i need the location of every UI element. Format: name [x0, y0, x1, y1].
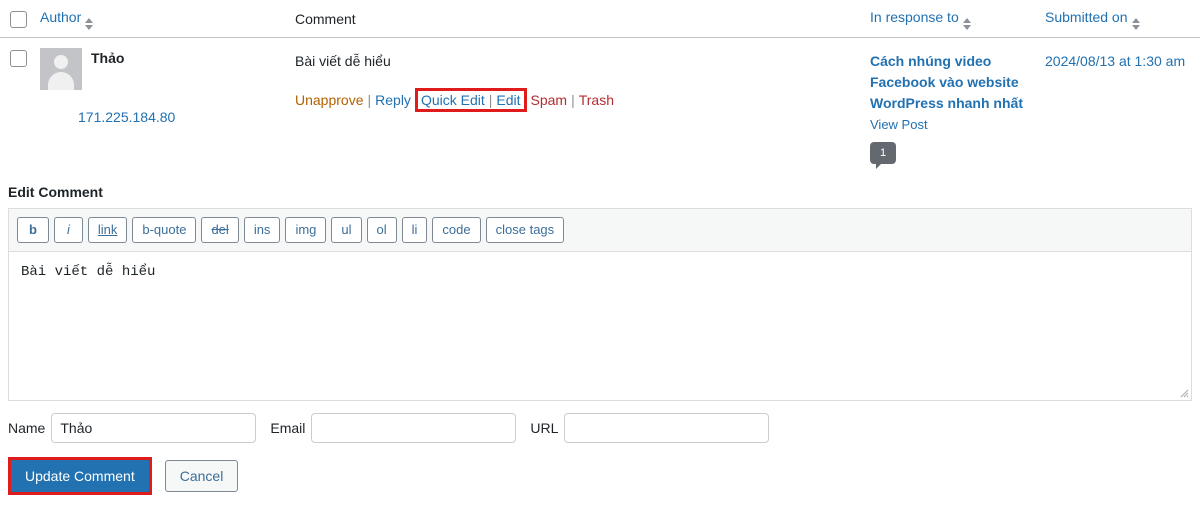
avatar — [40, 48, 82, 90]
author-ip-link[interactable]: 171.225.184.80 — [78, 109, 295, 125]
qt-button-ins[interactable]: ins — [243, 217, 281, 243]
view-post-link[interactable]: View Post — [870, 117, 1045, 132]
comment-body-text: Bài viết dễ hiểu — [295, 53, 391, 69]
select-all-checkbox[interactable] — [10, 11, 27, 28]
sort-indicator-icon[interactable] — [1131, 17, 1140, 30]
submit-row: Update Comment Cancel — [8, 457, 1192, 495]
in-response-to-cell: Cách nhúng video Facebook vào website Wo… — [870, 48, 1045, 169]
update-comment-button[interactable]: Update Comment — [11, 460, 149, 492]
trash-link[interactable]: Trash — [579, 90, 614, 110]
quick-edit-edit-highlight: Quick Edit | Edit — [414, 88, 527, 112]
qt-button-ul[interactable]: ul — [331, 217, 362, 243]
author-fields-row: Name Email URL — [8, 413, 1192, 443]
quicktags-toolbar: b i link b-quote del ins img ul ol li co… — [9, 209, 1191, 252]
edit-link[interactable]: Edit — [496, 91, 520, 109]
comment-count-value: 1 — [879, 147, 887, 159]
column-header-submitted-on-link[interactable]: Submitted on — [1045, 9, 1128, 25]
action-separator: | — [571, 92, 575, 108]
quick-edit-link[interactable]: Quick Edit — [421, 91, 485, 109]
qt-button-img[interactable]: img — [285, 217, 327, 243]
qt-button-code[interactable]: code — [432, 217, 481, 243]
email-label: Email — [270, 420, 306, 436]
comment-textarea[interactable] — [9, 252, 1191, 400]
comments-table: Author Comment In response to Submitted … — [0, 0, 1200, 169]
table-header-row: Author Comment In response to Submitted … — [0, 0, 1200, 38]
author-cell: Thảo 171.225.184.80 — [40, 48, 295, 125]
comment-cell: Bài viết dễ hiểu Unapprove | Reply Quick… — [295, 48, 870, 112]
column-header-comment: Comment — [295, 11, 870, 27]
edit-comment-section: Edit Comment b i link b-quote del ins im… — [0, 184, 1200, 495]
response-post-link[interactable]: Cách nhúng video Facebook vào website Wo… — [870, 48, 1045, 114]
qt-button-ol[interactable]: ol — [366, 217, 397, 243]
column-header-author-link[interactable]: Author — [40, 9, 81, 25]
name-label: Name — [8, 420, 46, 436]
cancel-button[interactable]: Cancel — [164, 460, 239, 492]
action-separator: | — [488, 92, 493, 108]
update-comment-highlight: Update Comment — [8, 457, 152, 495]
comment-count-badge[interactable]: 1 — [870, 142, 896, 169]
edit-comment-label: Edit Comment — [8, 184, 103, 200]
name-input[interactable] — [51, 413, 257, 443]
qt-button-link[interactable]: link — [87, 217, 128, 243]
submitted-on-cell: 2024/08/13 at 1:30 am — [1045, 48, 1200, 72]
author-name: Thảo — [91, 50, 125, 66]
comment-editor: b i link b-quote del ins img ul ol li co… — [8, 208, 1192, 401]
row-select-cell — [10, 48, 40, 67]
column-header-comment-label: Comment — [295, 10, 356, 27]
column-header-author[interactable]: Author — [40, 9, 295, 30]
reply-link[interactable]: Reply — [375, 90, 411, 110]
row-checkbox[interactable] — [10, 50, 27, 67]
email-input[interactable] — [311, 413, 517, 443]
column-header-in-response-to-link[interactable]: In response to — [870, 9, 959, 25]
sort-indicator-icon[interactable] — [962, 17, 971, 30]
qt-button-b-quote[interactable]: b-quote — [132, 217, 197, 243]
qt-button-del[interactable]: del — [201, 217, 239, 243]
table-row: Thảo 171.225.184.80 Bài viết dễ hiểu Una… — [0, 38, 1200, 169]
column-header-in-response-to[interactable]: In response to — [870, 9, 1045, 30]
qt-button-li[interactable]: li — [401, 217, 428, 243]
action-separator: | — [367, 92, 372, 108]
unapprove-link[interactable]: Unapprove — [295, 90, 364, 110]
url-label: URL — [530, 420, 559, 436]
row-actions: Unapprove | Reply Quick Edit | Edit Spam… — [295, 88, 870, 112]
spam-link[interactable]: Spam — [531, 90, 568, 110]
select-all-cell — [10, 9, 40, 28]
qt-button-close-tags[interactable]: close tags — [485, 217, 565, 243]
column-header-submitted-on[interactable]: Submitted on — [1045, 9, 1200, 30]
submitted-on-value: 2024/08/13 at 1:30 am — [1045, 53, 1186, 69]
qt-button-i[interactable]: i — [53, 217, 83, 243]
url-input[interactable] — [564, 413, 770, 443]
sort-indicator-icon[interactable] — [85, 17, 94, 30]
qt-button-b[interactable]: b — [17, 217, 49, 243]
